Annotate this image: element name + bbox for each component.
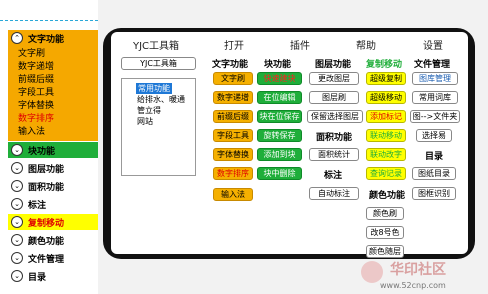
sidebar-section-layer[interactable]: ⌄ 图层功能 xyxy=(8,160,98,176)
sidebar-section-title: 复制移动 xyxy=(28,219,65,229)
sidebar-section-color[interactable]: ⌄ 颜色功能 xyxy=(8,232,98,248)
linked-edit-text-button[interactable]: 联动改字 xyxy=(366,148,406,161)
area-stats-button[interactable]: 面积统计 xyxy=(309,148,359,161)
list-item[interactable]: 给排水、暖通 xyxy=(137,94,185,105)
sidebar-section-title: 目录 xyxy=(28,273,47,283)
chevron-down-icon[interactable]: ⌄ xyxy=(11,252,23,264)
sidebar-section-label[interactable]: ⌄ 标注 xyxy=(8,196,98,212)
query-record-button[interactable]: 查询记录 xyxy=(366,167,406,180)
rotate-save-button[interactable]: 旋转保存 xyxy=(257,129,302,142)
drawing-index-button[interactable]: 图纸目录 xyxy=(412,167,456,180)
color-brush-button[interactable]: 颜色刷 xyxy=(366,207,404,220)
layer-brush-button[interactable]: 图层刷 xyxy=(309,91,359,104)
delete-in-block-button[interactable]: 块中删除 xyxy=(257,167,302,180)
sidebar-section-title: 标注 xyxy=(28,201,47,211)
heading-copy: 复制移动 xyxy=(366,60,403,70)
quick-block-button[interactable]: 快速建块 xyxy=(257,72,302,85)
field-tool-button[interactable]: 字段工具 xyxy=(213,129,253,142)
sidebar-section-block[interactable]: ⌄ 块功能 xyxy=(8,142,98,158)
sidebar-section-dir[interactable]: ⌄ 目录 xyxy=(8,268,98,284)
menu-yjc[interactable]: YJC工具箱 xyxy=(133,37,179,52)
number-increment-button[interactable]: 数字递增 xyxy=(213,91,253,104)
color-bylayer-button[interactable]: 颜色随层 xyxy=(366,245,404,258)
watermark-brand: 华印社区 xyxy=(390,262,446,278)
category-list[interactable]: 常用功能 给排水、暖通 管立得 网站 xyxy=(121,78,196,176)
keep-selected-layer-button[interactable]: 保留选择图层 xyxy=(307,110,363,123)
heading-area: 面积功能 xyxy=(316,133,353,143)
sidebar-section-title: 文字功能 xyxy=(28,35,65,45)
heading-layer: 图层功能 xyxy=(315,60,352,70)
heading-label: 标注 xyxy=(324,171,343,181)
input-method-button[interactable]: 输入法 xyxy=(213,188,253,201)
text-brush-button[interactable]: 文字刷 xyxy=(213,72,253,85)
sidebar-section-area[interactable]: ⌄ 面积功能 xyxy=(8,178,98,194)
common-words-button[interactable]: 常用词库 xyxy=(412,91,458,104)
super-move-button[interactable]: 超级移动 xyxy=(366,91,406,104)
chevron-up-icon[interactable]: ⌃ xyxy=(11,32,23,44)
heading-directory: 目录 xyxy=(425,152,444,162)
menu-help[interactable]: 帮助 xyxy=(356,37,376,52)
list-item[interactable]: 管立得 xyxy=(137,105,161,116)
inplace-edit-button[interactable]: 在位编辑 xyxy=(257,91,302,104)
sidebar-item[interactable]: 数字递增 xyxy=(18,59,54,72)
sidebar-item[interactable]: 文字刷 xyxy=(18,46,45,59)
menu-plugins[interactable]: 插件 xyxy=(290,37,310,52)
super-copy-button[interactable]: 超级复制 xyxy=(366,72,406,85)
add-to-block-button[interactable]: 添加到块 xyxy=(257,148,302,161)
menu-settings[interactable]: 设置 xyxy=(423,37,443,52)
watermark-url: www.52cnp.com xyxy=(380,281,446,290)
chevron-down-icon[interactable]: ⌄ xyxy=(11,234,23,246)
heading-file: 文件管理 xyxy=(414,60,451,70)
chevron-down-icon[interactable]: ⌄ xyxy=(11,198,23,210)
heading-block: 块功能 xyxy=(264,60,292,70)
font-replace-button[interactable]: 字体替换 xyxy=(213,148,253,161)
sidebar-section-title: 块功能 xyxy=(28,147,56,157)
sidebar-item-active[interactable]: 数字排序 xyxy=(18,111,54,124)
sidebar-item[interactable]: 前缀后缀 xyxy=(18,72,54,85)
sidebar-section-title: 图层功能 xyxy=(28,165,65,175)
change-color-8-button[interactable]: 改8号色 xyxy=(366,226,404,239)
toolbox-button[interactable]: YJC工具箱 xyxy=(121,57,196,70)
list-item[interactable]: 网站 xyxy=(137,116,153,127)
add-marker-button[interactable]: 添加标记 xyxy=(366,110,406,123)
sidebar-section-file[interactable]: ⌄ 文件管理 xyxy=(8,250,98,266)
auto-label-button[interactable]: 自动标注 xyxy=(309,187,359,200)
linked-move-button[interactable]: 联动移动 xyxy=(366,129,406,142)
menu-open[interactable]: 打开 xyxy=(224,37,244,52)
sidebar-item[interactable]: 输入法 xyxy=(18,124,45,137)
library-manage-button[interactable]: 图库管理 xyxy=(412,72,458,85)
block-inplace-save-button[interactable]: 块在位保存 xyxy=(257,110,302,123)
change-layer-button[interactable]: 更改图层 xyxy=(309,72,359,85)
sidebar-section-title: 颜色功能 xyxy=(28,237,65,247)
chevron-down-icon[interactable]: ⌄ xyxy=(11,162,23,174)
sidebar-section-text[interactable]: ⌃ 文字功能 文字刷 数字递增 前缀后缀 字段工具 字体替换 数字排序 输入法 xyxy=(8,30,98,141)
sidebar-divider xyxy=(0,20,98,21)
heading-text: 文字功能 xyxy=(212,60,249,70)
drawing-to-folder-button[interactable]: 图-->文件夹 xyxy=(410,110,460,123)
watermark-logo-icon xyxy=(361,261,383,283)
chevron-down-icon[interactable]: ⌄ xyxy=(11,216,23,228)
sidebar-section-title: 文件管理 xyxy=(28,255,65,265)
sidebar-item[interactable]: 字体替换 xyxy=(18,98,54,111)
list-item-selected[interactable]: 常用功能 xyxy=(136,83,172,94)
chevron-down-icon[interactable]: ⌄ xyxy=(11,180,23,192)
sidebar-section-copy[interactable]: ⌄ 复制移动 xyxy=(8,214,98,230)
heading-color: 颜色功能 xyxy=(369,191,406,201)
frame-recognize-button[interactable]: 图框识别 xyxy=(412,187,456,200)
sidebar-section-title: 面积功能 xyxy=(28,183,65,193)
easy-select-button[interactable]: 选择易 xyxy=(416,129,452,142)
sidebar-item[interactable]: 字段工具 xyxy=(18,85,54,98)
chevron-down-icon[interactable]: ⌄ xyxy=(11,144,23,156)
number-sort-button[interactable]: 数字排序 xyxy=(213,167,253,180)
chevron-down-icon[interactable]: ⌄ xyxy=(11,270,23,282)
prefix-suffix-button[interactable]: 前缀后缀 xyxy=(213,110,253,123)
